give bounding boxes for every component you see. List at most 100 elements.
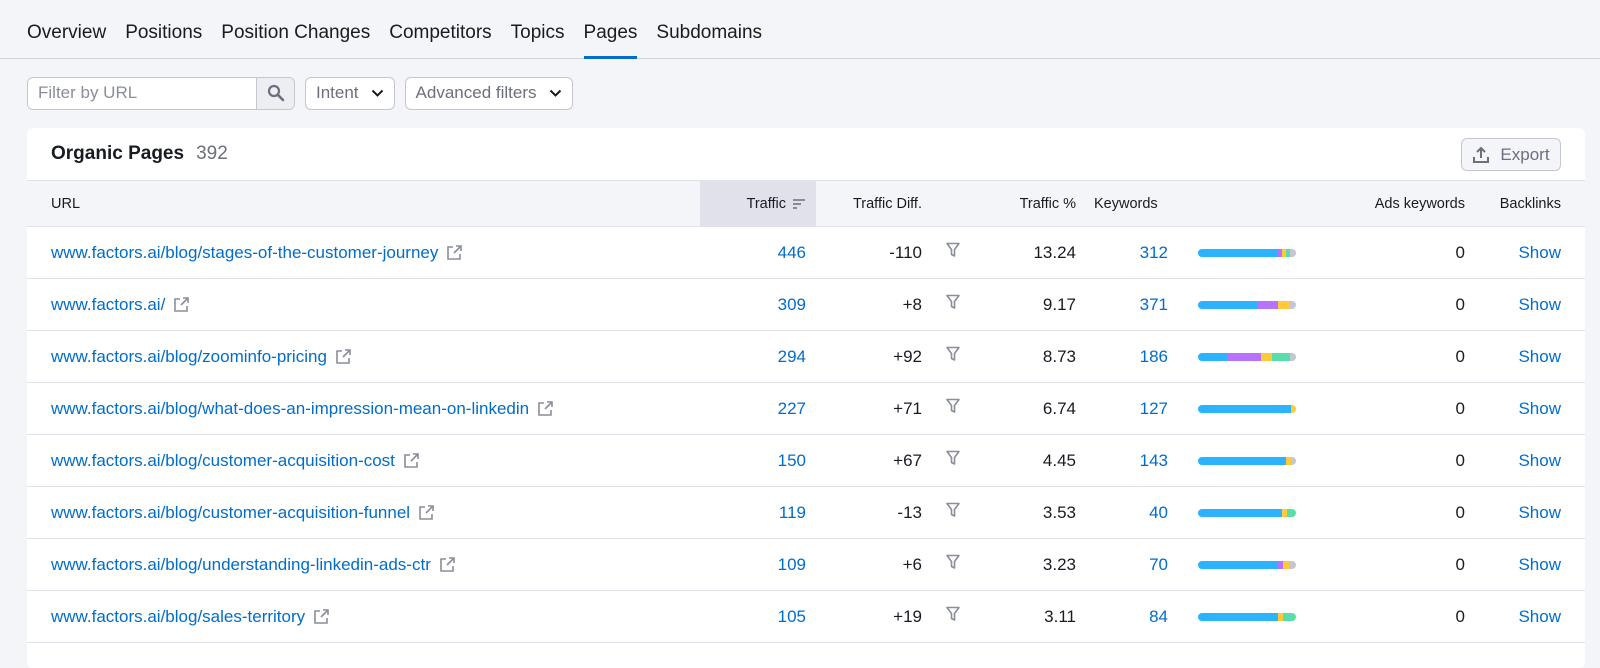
col-traffic-pct[interactable]: Traffic % — [974, 181, 1086, 227]
traffic-value[interactable]: 446 — [778, 243, 806, 262]
external-link-icon[interactable] — [173, 296, 190, 313]
external-link-icon[interactable] — [313, 608, 330, 625]
tab-pages[interactable]: Pages — [583, 0, 637, 59]
filter-icon[interactable] — [946, 606, 960, 626]
page-url-link[interactable]: www.factors.ai/blog/customer-acquisition… — [51, 451, 395, 471]
intent-segment-other — [1290, 248, 1296, 257]
intent-bar — [1198, 404, 1296, 413]
table-row: www.factors.ai/blog/customer-acquisition… — [27, 487, 1585, 539]
card-header: Organic Pages 392 Export — [27, 128, 1585, 180]
col-ads-keywords[interactable]: Ads keywords — [1298, 181, 1465, 227]
backlinks-show-link[interactable]: Show — [1518, 503, 1561, 522]
keywords-value[interactable]: 40 — [1149, 503, 1168, 522]
backlinks-show-link[interactable]: Show — [1518, 399, 1561, 418]
intent-bar — [1198, 456, 1296, 465]
intent-bar — [1198, 300, 1296, 309]
external-link-icon[interactable] — [439, 556, 456, 573]
intent-segment-other — [1289, 560, 1296, 569]
col-traffic-diff[interactable]: Traffic Diff. — [816, 181, 932, 227]
traffic-pct-value: 3.53 — [1042, 502, 1076, 522]
intent-segment-informational — [1198, 560, 1279, 569]
traffic-value[interactable]: 119 — [779, 503, 806, 522]
intent-segment-informational — [1198, 612, 1279, 621]
traffic-diff-value: +19 — [893, 606, 922, 626]
page-url-link[interactable]: www.factors.ai/blog/sales-territory — [51, 607, 305, 627]
keywords-value[interactable]: 186 — [1140, 347, 1168, 366]
col-backlinks[interactable]: Backlinks — [1465, 181, 1585, 227]
ads-keywords-value: 0 — [1455, 450, 1465, 470]
filter-icon[interactable] — [946, 554, 960, 574]
external-link-icon[interactable] — [418, 504, 435, 521]
col-keywords[interactable]: Keywords — [1086, 181, 1178, 227]
table-row: www.factors.ai/309 +8 9.17 371 0 Show — [27, 279, 1585, 331]
chevron-down-icon — [371, 89, 383, 97]
tab-subdomains[interactable]: Subdomains — [656, 0, 762, 58]
page-url-link[interactable]: www.factors.ai/blog/understanding-linked… — [51, 555, 431, 575]
keywords-value[interactable]: 127 — [1140, 399, 1168, 418]
advanced-filters-dropdown[interactable]: Advanced filters — [404, 76, 573, 110]
page-url-link[interactable]: www.factors.ai/ — [51, 295, 165, 315]
ads-keywords-value: 0 — [1455, 606, 1465, 626]
filter-icon[interactable] — [946, 242, 960, 262]
col-traffic[interactable]: Traffic — [700, 180, 816, 227]
search-button[interactable] — [256, 77, 294, 109]
page-url-link[interactable]: www.factors.ai/blog/what-does-an-impress… — [51, 399, 529, 419]
backlinks-show-link[interactable]: Show — [1518, 243, 1561, 262]
external-link-icon[interactable] — [335, 348, 352, 365]
search-icon — [267, 84, 284, 102]
table-row: www.factors.ai/blog/zoominfo-pricing 294 +… — [27, 331, 1585, 383]
page-url-link[interactable]: www.factors.ai/blog/zoominfo-pricing — [51, 347, 327, 367]
ads-keywords-value: 0 — [1455, 242, 1465, 262]
url-filter-input[interactable] — [28, 77, 256, 109]
external-link-icon[interactable] — [446, 244, 463, 261]
intent-dropdown[interactable]: Intent — [305, 76, 395, 110]
traffic-value[interactable]: 105 — [778, 607, 806, 626]
keywords-value[interactable]: 312 — [1140, 243, 1168, 262]
intent-segment-informational — [1198, 508, 1283, 517]
traffic-value[interactable]: 227 — [778, 399, 806, 418]
intent-bar — [1198, 352, 1296, 361]
intent-bar — [1198, 612, 1296, 621]
tab-topics[interactable]: Topics — [511, 0, 565, 58]
traffic-pct-value: 3.23 — [1042, 554, 1076, 574]
traffic-value[interactable]: 309 — [778, 295, 806, 314]
backlinks-show-link[interactable]: Show — [1518, 295, 1561, 314]
filter-icon[interactable] — [946, 450, 960, 470]
tab-position-changes[interactable]: Position Changes — [221, 0, 370, 58]
keywords-value[interactable]: 371 — [1140, 295, 1168, 314]
page-url-link[interactable]: www.factors.ai/blog/stages-of-the-custom… — [51, 243, 438, 263]
traffic-value[interactable]: 109 — [778, 555, 806, 574]
tab-overview[interactable]: Overview — [27, 0, 106, 58]
tab-competitors[interactable]: Competitors — [389, 0, 491, 58]
ads-keywords-value: 0 — [1455, 294, 1465, 314]
intent-segment-transactional — [1272, 352, 1291, 361]
intent-bar — [1198, 248, 1296, 257]
external-link-icon[interactable] — [537, 400, 554, 417]
traffic-value[interactable]: 150 — [778, 451, 806, 470]
page-url-link[interactable]: www.factors.ai/blog/customer-acquisition… — [51, 503, 410, 523]
ads-keywords-value: 0 — [1455, 398, 1465, 418]
advanced-filters-label: Advanced filters — [415, 83, 537, 102]
filter-icon[interactable] — [946, 346, 960, 366]
backlinks-show-link[interactable]: Show — [1518, 451, 1561, 470]
keywords-value[interactable]: 143 — [1140, 451, 1168, 470]
filter-icon[interactable] — [946, 502, 960, 522]
backlinks-show-link[interactable]: Show — [1518, 347, 1561, 366]
filter-icon[interactable] — [946, 294, 960, 314]
intent-bar — [1198, 508, 1296, 517]
keywords-value[interactable]: 84 — [1149, 607, 1168, 626]
export-button[interactable]: Export — [1461, 138, 1561, 171]
backlinks-show-link[interactable]: Show — [1518, 607, 1561, 626]
intent-bar — [1198, 560, 1296, 569]
tab-positions[interactable]: Positions — [125, 0, 202, 58]
table-row: www.factors.ai/blog/understanding-linked… — [27, 539, 1585, 591]
intent-segment-informational — [1198, 248, 1279, 257]
col-filter — [932, 181, 974, 227]
intent-segment-other — [1290, 300, 1296, 309]
external-link-icon[interactable] — [403, 452, 420, 469]
filter-icon[interactable] — [946, 398, 960, 418]
keywords-value[interactable]: 70 — [1149, 555, 1168, 574]
col-traffic-label: Traffic — [746, 195, 786, 212]
backlinks-show-link[interactable]: Show — [1518, 555, 1561, 574]
traffic-value[interactable]: 294 — [778, 347, 806, 366]
